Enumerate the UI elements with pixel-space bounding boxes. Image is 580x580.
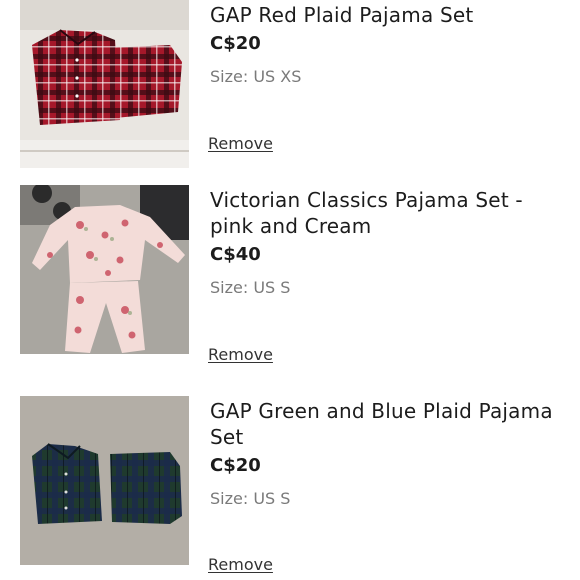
product-image-green-blue-plaid[interactable]: [20, 396, 189, 565]
product-title[interactable]: GAP Red Plaid Pajama Set: [210, 2, 570, 28]
remove-button[interactable]: Remove: [208, 134, 273, 153]
product-image-pink-pajama[interactable]: [20, 185, 189, 354]
item-info: GAP Green and Blue Plaid Pajama Set C$20…: [210, 398, 570, 509]
remove-button[interactable]: Remove: [208, 555, 273, 574]
product-price: C$20: [210, 455, 261, 476]
product-image-red-plaid[interactable]: [20, 0, 189, 168]
item-info: GAP Red Plaid Pajama Set C$20 Size: US X…: [210, 2, 570, 87]
product-size: Size: US XS: [210, 67, 302, 86]
product-price: C$40: [210, 244, 261, 265]
item-info: Victorian Classics Pajama Set - pink and…: [210, 187, 570, 298]
product-size: Size: US S: [210, 489, 291, 508]
product-title[interactable]: GAP Green and Blue Plaid Pajama Set: [210, 398, 570, 450]
product-size: Size: US S: [210, 278, 291, 297]
product-price: C$20: [210, 33, 261, 54]
remove-button[interactable]: Remove: [208, 345, 273, 364]
product-title[interactable]: Victorian Classics Pajama Set - pink and…: [210, 187, 570, 239]
